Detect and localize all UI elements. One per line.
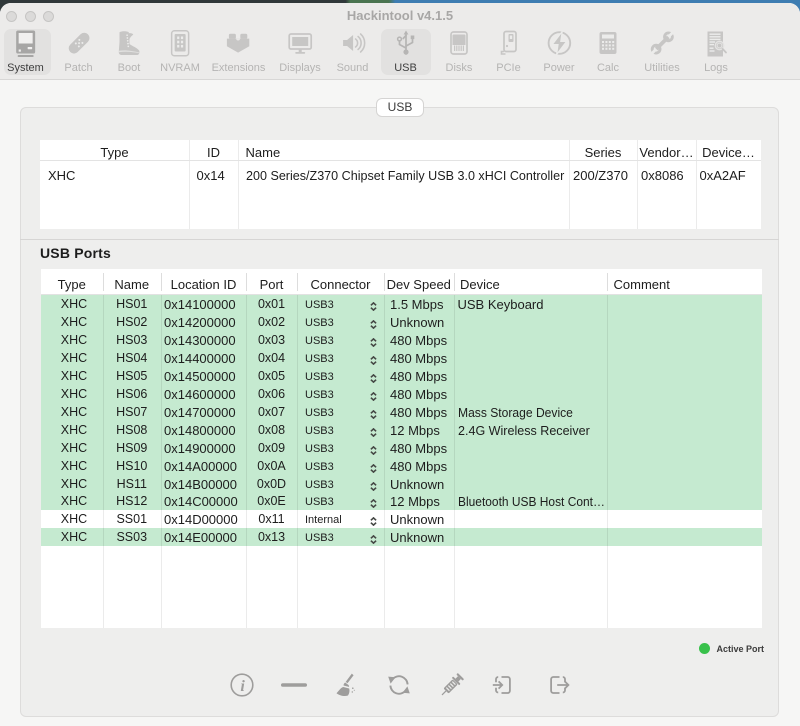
svg-text:i: i xyxy=(241,678,246,695)
